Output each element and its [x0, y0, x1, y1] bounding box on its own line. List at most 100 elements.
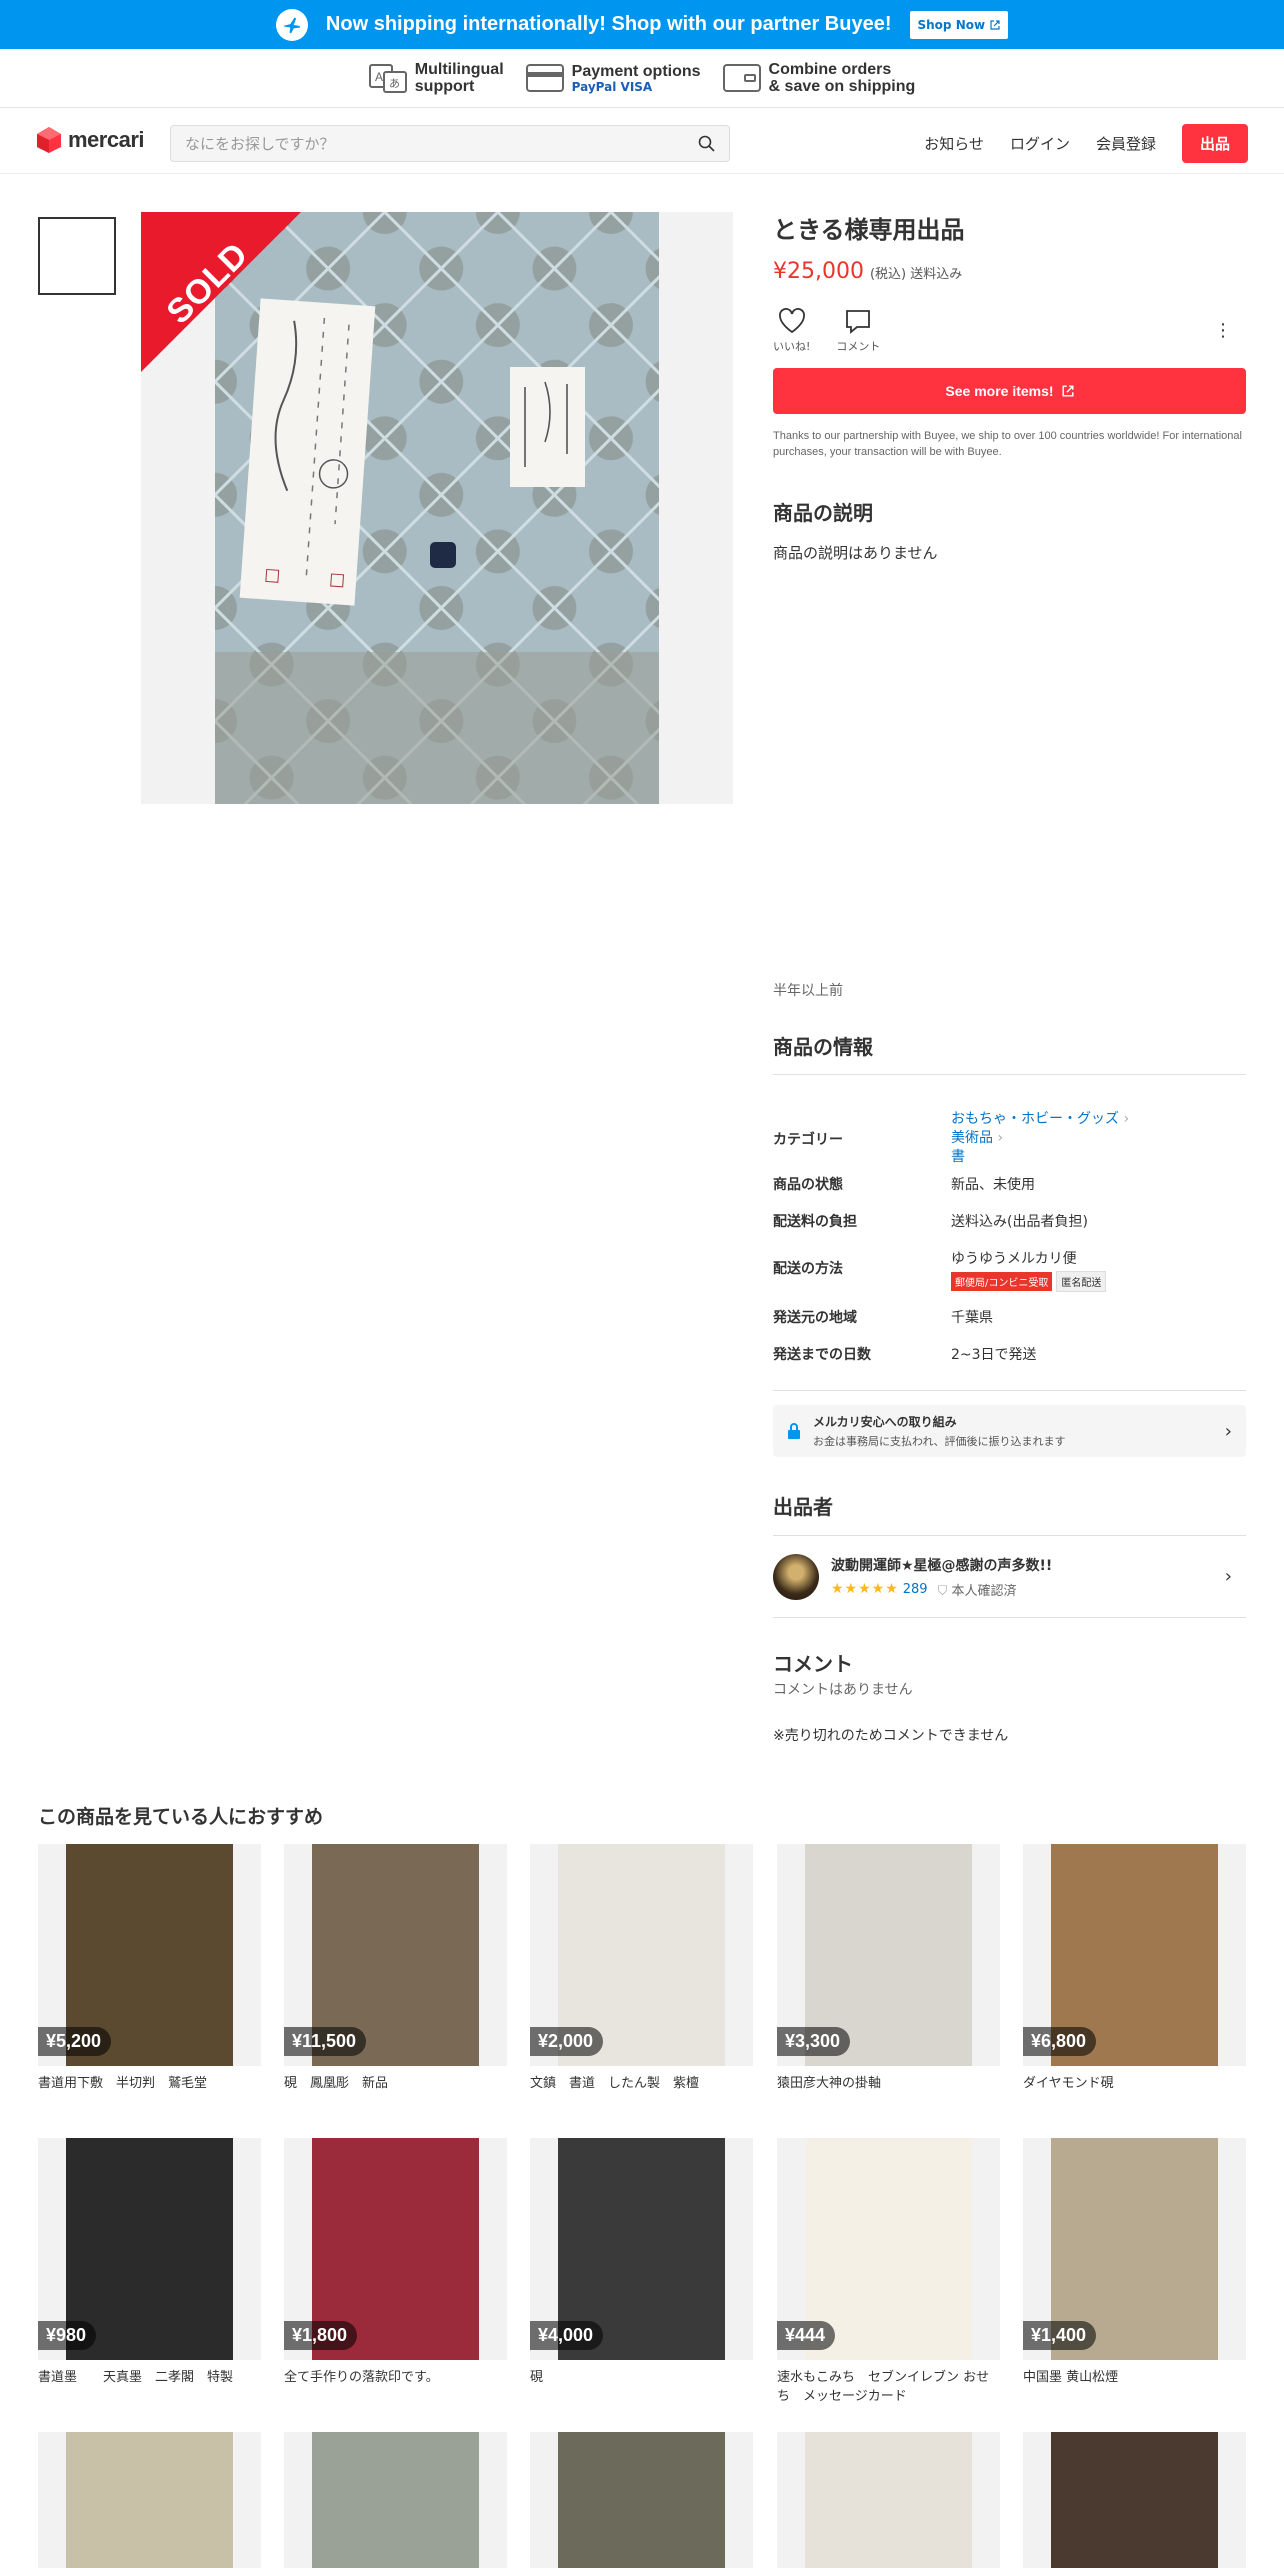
header-nav: お知らせ ログイン 会員登録 出品: [924, 124, 1248, 163]
recommend-item-image[interactable]: ¥6,800: [1023, 1844, 1246, 2066]
recommend-item-image[interactable]: [777, 2432, 1000, 2568]
category-link-hobby[interactable]: おもちゃ・ホビー・グッズ ›: [951, 1110, 1129, 1129]
recommend-item[interactable]: [777, 2432, 1000, 2568]
info-value: おもちゃ・ホビー・グッズ › 美術品 › 書: [951, 1110, 1129, 1167]
recommend-item-image[interactable]: ¥1,400: [1023, 2138, 1246, 2360]
recommend-item[interactable]: ¥1,800 全て手作りの落款印です。: [284, 2138, 507, 2387]
description-heading: 商品の説明: [773, 501, 873, 525]
recommend-item[interactable]: ¥2,000 文鎮 書道 したん製 紫檀: [530, 1844, 753, 2093]
recommend-item-price: ¥5,200: [38, 2027, 112, 2056]
recommend-item-image[interactable]: ¥3,300: [777, 1844, 1000, 2066]
feature-sub: & save on shipping: [768, 78, 916, 95]
see-more-items-button[interactable]: See more items!: [773, 368, 1246, 414]
recommend-item[interactable]: ¥11,500 硯 鳳凰彫 新品: [284, 1844, 507, 2093]
recommend-item-image[interactable]: [284, 2432, 507, 2568]
recommend-item[interactable]: ¥5,200 書道用下敷 半切判 鷲毛堂: [38, 1844, 261, 2093]
banner-text: Now shipping internationally! Shop with …: [325, 13, 892, 35]
safety-subtitle: お金は事務局に支払われ、評価後に振り込まれます: [813, 1435, 1066, 1448]
verified-label: 本人確認済: [951, 1583, 1017, 1599]
info-value: 千葉県: [951, 1310, 993, 1326]
recommend-item[interactable]: ¥1,400 中国墨 黄山松煙: [1023, 2138, 1246, 2387]
image-thumbnail[interactable]: [38, 217, 116, 295]
wallet-icon: [722, 64, 761, 92]
like-button[interactable]: いいね!: [773, 308, 810, 354]
recommend-item[interactable]: ¥980 書道墨 天真墨 二孝閣 特製: [38, 2138, 261, 2387]
verified-badge: ⛉ 本人確認済: [938, 1580, 1017, 1599]
category-link-calligraphy[interactable]: 書: [951, 1148, 1129, 1167]
recommend-item[interactable]: [38, 2432, 261, 2568]
recommend-item-price: ¥11,500: [284, 2027, 367, 2056]
recommend-item-image[interactable]: [1023, 2432, 1246, 2568]
info-row-from: 発送元の地域 千葉県: [773, 1307, 1246, 1327]
site-header: mercari お知らせ ログイン 会員登録 出品: [0, 108, 1284, 174]
info-key: 発送元の地域: [773, 1310, 857, 1326]
method-name: ゆうゆうメルカリ便: [951, 1251, 1077, 1267]
item-title: ときる様専用出品: [773, 216, 965, 244]
info-key: 配送料の負担: [773, 1214, 857, 1230]
like-label: いいね!: [773, 340, 811, 353]
search-box[interactable]: [170, 125, 730, 162]
recommend-item-name: 書道墨 天真墨 二孝閣 特製: [38, 2370, 234, 2385]
star-rating-icon: ★★★★★: [831, 1581, 899, 1597]
feature-payment: Payment options PayPal VISA: [525, 62, 701, 94]
recommend-item-name: 中国墨 黄山松煙: [1023, 2370, 1119, 2385]
recommend-item[interactable]: ¥444 速水もこみち セブンイレブン おせち メッセージカード: [777, 2138, 1000, 2406]
more-options-icon[interactable]: ⋮: [1214, 320, 1232, 341]
recommend-item-price: ¥444: [777, 2321, 836, 2350]
recommend-item[interactable]: ¥4,000 硯: [530, 2138, 753, 2387]
nav-login[interactable]: ログイン: [1010, 133, 1070, 154]
search-icon[interactable]: [698, 135, 715, 152]
recommend-item-image[interactable]: [530, 2432, 753, 2568]
recommend-item-image[interactable]: [38, 2432, 261, 2568]
translate-icon: Aあ: [368, 64, 407, 93]
external-link-icon: [1062, 385, 1074, 397]
recommend-item-price: ¥980: [38, 2321, 97, 2350]
seller-name: 波動開運師★星極@感謝の声多数!!: [831, 1557, 1053, 1574]
recommend-item-price: ¥4,000: [530, 2321, 604, 2350]
info-key: 商品の状態: [773, 1177, 843, 1193]
recommend-item-name: 文鎮 書道 したん製 紫檀: [530, 2076, 700, 2091]
feature-title: Multilingual: [414, 61, 504, 78]
sell-button[interactable]: 出品: [1181, 124, 1248, 163]
recommend-item-image[interactable]: ¥980: [38, 2138, 261, 2360]
feature-title: Payment options: [571, 62, 701, 80]
recommend-item-name: ダイヤモンド硯: [1023, 2076, 1114, 2091]
seller-card[interactable]: 波動開運師★星極@感謝の声多数!! ★★★★★ 289 ⛉ 本人確認済 ›: [773, 1535, 1246, 1618]
shop-now-label: Shop Now: [917, 17, 986, 32]
comment-heading: コメント: [773, 1652, 853, 1676]
mercari-logo[interactable]: mercari: [36, 126, 145, 154]
recommend-item-image[interactable]: ¥4,000: [530, 2138, 753, 2360]
shop-now-button[interactable]: Shop Now: [909, 10, 1009, 39]
recommend-item-image[interactable]: ¥2,000: [530, 1844, 753, 2066]
safety-notice[interactable]: メルカリ安心への取り組み お金は事務局に支払われ、評価後に振り込まれます ›: [773, 1405, 1246, 1457]
recommend-item[interactable]: [1023, 2432, 1246, 2568]
recommend-item[interactable]: ¥6,800 ダイヤモンド硯: [1023, 1844, 1246, 2093]
recommend-item-photo: [805, 2432, 972, 2568]
recommend-item-image[interactable]: ¥444: [777, 2138, 1000, 2360]
info-row-category: カテゴリー おもちゃ・ホビー・グッズ › 美術品 › 書: [773, 1110, 1246, 1167]
nav-signup[interactable]: 会員登録: [1096, 133, 1156, 154]
recommend-item-image[interactable]: ¥1,800: [284, 2138, 507, 2360]
recommend-item[interactable]: ¥3,300 猿田彦大神の掛軸: [777, 1844, 1000, 2093]
tag-anonymous: 匿名配送: [1056, 1271, 1107, 1292]
info-row-condition: 商品の状態 新品、未使用: [773, 1174, 1246, 1194]
recommend-item[interactable]: [530, 2432, 753, 2568]
logo-text: mercari: [68, 127, 145, 152]
recommend-item-photo: [558, 2432, 725, 2568]
search-input[interactable]: [185, 134, 698, 153]
recommend-item-photo: [66, 2432, 233, 2568]
comment-button[interactable]: コメント: [836, 308, 880, 354]
external-link-icon: [990, 19, 1000, 30]
recommend-item[interactable]: [284, 2432, 507, 2568]
nav-notifications[interactable]: お知らせ: [924, 133, 984, 154]
recommend-item-image[interactable]: ¥11,500: [284, 1844, 507, 2066]
recommend-item-name: 速水もこみち セブンイレブン おせち メッセージカード: [777, 2370, 990, 2404]
main-product-image[interactable]: SOLD: [141, 212, 733, 804]
comment-sold-notice: ※売り切れのためコメントできません: [773, 1728, 1009, 1744]
category-link-art[interactable]: 美術品 ›: [951, 1129, 1129, 1148]
recommend-item-price: ¥2,000: [530, 2027, 604, 2056]
info-value: 送料込み(出品者負担): [951, 1214, 1088, 1230]
recommend-item-name: 全て手作りの落款印です。: [284, 2370, 439, 2385]
rating-count: 289: [902, 1581, 928, 1597]
recommend-item-image[interactable]: ¥5,200: [38, 1844, 261, 2066]
